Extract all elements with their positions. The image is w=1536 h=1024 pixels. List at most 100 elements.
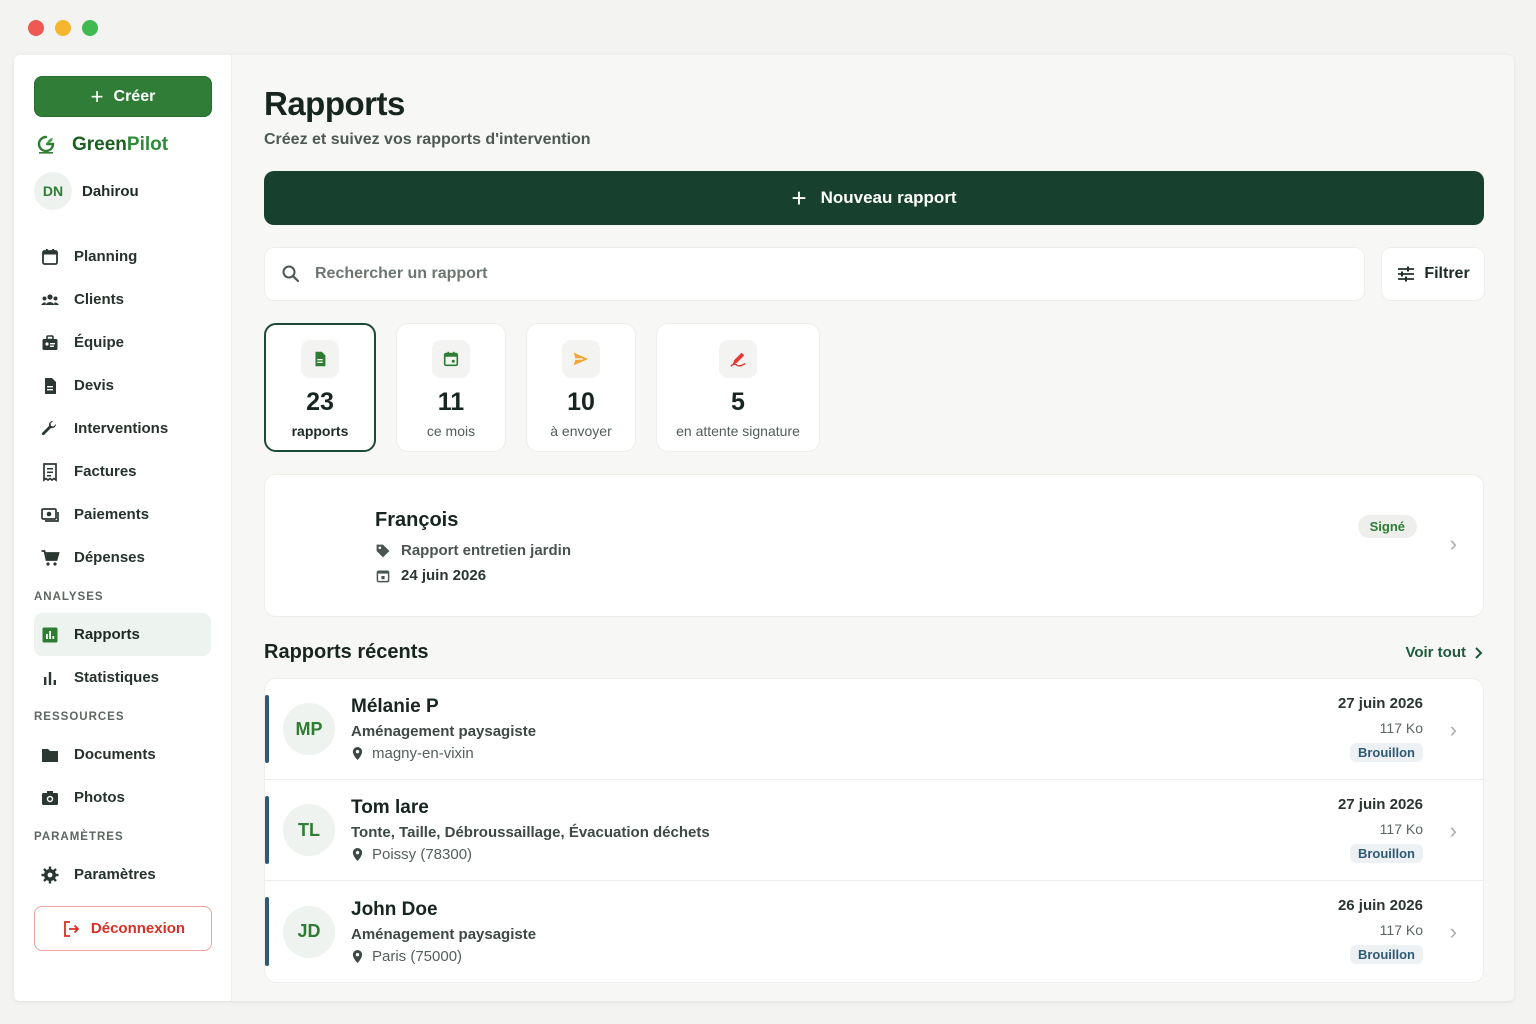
report-date: 26 juin 2026: [1337, 897, 1423, 914]
new-report-label: Nouveau rapport: [820, 188, 957, 207]
avatar: TL: [283, 804, 335, 856]
location: Poissy (78300): [372, 846, 473, 863]
sidebar-item-label: Paiements: [74, 506, 150, 523]
brand: GreenPilot: [34, 133, 211, 157]
close-window-button[interactable]: [28, 20, 44, 36]
file-size: 117 Ko: [1379, 922, 1423, 938]
sidebar-item-documents[interactable]: Documents: [34, 733, 211, 776]
location-row: Paris (75000): [351, 948, 536, 965]
list-item[interactable]: TL Tom lare Tonte, Taille, Débroussailla…: [265, 780, 1483, 881]
sidebar-item-label: Dépenses: [74, 549, 145, 566]
avatar: MP: [283, 703, 335, 755]
file-icon: [301, 340, 339, 378]
team-icon: [42, 334, 58, 350]
sidebar-item-devis[interactable]: Devis: [34, 364, 211, 407]
search-input[interactable]: [315, 265, 1364, 283]
filter-button[interactable]: Filtrer: [1381, 247, 1485, 301]
chevron-right-icon: ›: [1449, 818, 1457, 843]
camera-icon: [42, 790, 58, 805]
featured-date-row: 24 juin 2026: [375, 567, 1483, 584]
logout-button[interactable]: Déconnexion: [34, 906, 212, 951]
send-icon: [562, 340, 600, 378]
search-row: Filtrer: [264, 247, 1485, 301]
recent-section-header: Rapports récents Voir tout: [264, 641, 1484, 664]
sidebar-item-label: Rapports: [74, 626, 140, 643]
users-icon: [41, 293, 59, 305]
report-type: Aménagement paysagiste: [351, 925, 537, 943]
status-badge: Signé: [1357, 515, 1417, 538]
sidebar-item-clients[interactable]: Clients: [34, 278, 211, 321]
sidebar-item-factures[interactable]: Factures: [34, 450, 211, 493]
list-item-body: John Doe Aménagement paysagiste Paris (7…: [351, 899, 536, 965]
list-item[interactable]: MP Mélanie P Aménagement paysagiste magn…: [265, 679, 1483, 780]
calendar-icon: [42, 248, 58, 265]
location-row: Poissy (78300): [351, 846, 710, 863]
folder-icon: [42, 748, 58, 762]
sidebar-item-label: Factures: [74, 463, 137, 480]
sidebar-item-label: Statistiques: [74, 669, 160, 686]
brand-name-part2: Pilot: [126, 134, 169, 155]
plus-icon: +: [90, 83, 104, 109]
sidebar-item-statistiques[interactable]: Statistiques: [34, 656, 211, 699]
section-label-parametres: PARAMÈTRES: [34, 831, 124, 843]
cart-icon: [41, 549, 60, 566]
report-chart-icon: [42, 627, 58, 642]
list-item-body: Mélanie P Aménagement paysagiste magny-e…: [351, 696, 536, 762]
chevron-right-icon: ›: [1449, 531, 1457, 556]
list-item-meta: 27 juin 2026 117 Ko Brouillon: [1338, 695, 1423, 762]
location: Paris (75000): [372, 947, 463, 965]
stat-value: 23: [306, 388, 334, 416]
status-badge: Brouillon: [1349, 743, 1423, 762]
sidebar-item-label: Planning: [74, 248, 138, 265]
stat-card-en-attente-signature[interactable]: 5 en attente signature: [656, 323, 820, 452]
file-size: 117 Ko: [1379, 821, 1423, 837]
report-date: 27 juin 2026: [1337, 796, 1423, 813]
list-item-body: Tom lare Tonte, Taille, Débroussaillage,…: [351, 797, 710, 863]
stat-card-rapports[interactable]: 23 rapports: [264, 323, 376, 452]
brand-name-part1: Green: [72, 134, 127, 155]
chevron-right-icon: [1475, 646, 1483, 659]
sidebar-item-depenses[interactable]: Dépenses: [34, 536, 211, 579]
logout-icon: [64, 920, 80, 937]
filter-label: Filtrer: [1424, 265, 1470, 282]
sidebar-item-interventions[interactable]: Interventions: [34, 407, 211, 450]
featured-report-card[interactable]: François Rapport entretien jardin 24 jui…: [264, 474, 1484, 617]
sidebar-item-paiements[interactable]: Paiements: [34, 493, 211, 536]
report-type: Tonte, Taille, Débroussaillage, Évacuati…: [351, 824, 710, 841]
list-item[interactable]: JD John Doe Aménagement paysagiste Paris…: [265, 881, 1483, 982]
section-label-ressources: RESSOURCES: [34, 711, 125, 723]
create-button[interactable]: + Créer: [34, 76, 212, 117]
recent-section-title: Rapports récents: [264, 641, 429, 663]
user-profile[interactable]: DN Dahirou: [34, 171, 211, 211]
file-size: 117 Ko: [1379, 720, 1423, 736]
sidebar-item-equipe[interactable]: Équipe: [34, 321, 211, 364]
maximize-window-button[interactable]: [82, 20, 98, 36]
status-badge: Brouillon: [1349, 945, 1423, 964]
sidebar-item-planning[interactable]: Planning: [34, 235, 211, 278]
sidebar-nav: Planning Clients Équipe Devis Interventi…: [34, 235, 211, 896]
sidebar-item-photos[interactable]: Photos: [34, 776, 211, 819]
stat-label: ce mois: [426, 423, 476, 439]
sidebar-item-label: Interventions: [74, 420, 169, 437]
report-date: 27 juin 2026: [1337, 695, 1423, 712]
list-item-meta: 26 juin 2026 117 Ko Brouillon: [1338, 897, 1423, 964]
stat-card-ce-mois[interactable]: 11 ce mois: [396, 323, 506, 452]
featured-report-type: Rapport entretien jardin: [401, 542, 572, 559]
search-icon: [282, 265, 300, 283]
see-all-link[interactable]: Voir tout: [1405, 644, 1484, 661]
sidebar-item-rapports[interactable]: Rapports: [34, 613, 211, 656]
status-badge: Brouillon: [1349, 844, 1423, 863]
stat-card-a-envoyer[interactable]: 10 à envoyer: [526, 323, 636, 452]
see-all-label: Voir tout: [1405, 644, 1466, 661]
new-report-button[interactable]: + Nouveau rapport: [264, 171, 1484, 225]
client-name: Tom lare: [351, 797, 429, 818]
location-row: magny-en-vixin: [351, 745, 536, 762]
page-subtitle: Créez et suivez vos rapports d'intervent…: [264, 131, 591, 148]
minimize-window-button[interactable]: [55, 20, 71, 36]
sidebar-item-parametres[interactable]: Paramètres: [34, 853, 211, 896]
stat-label: rapports: [291, 423, 349, 439]
location-pin-icon: [352, 848, 363, 861]
chevron-right-icon: ›: [1449, 919, 1457, 944]
client-name: John Doe: [351, 898, 438, 920]
filter-sliders-icon: [1398, 266, 1415, 282]
